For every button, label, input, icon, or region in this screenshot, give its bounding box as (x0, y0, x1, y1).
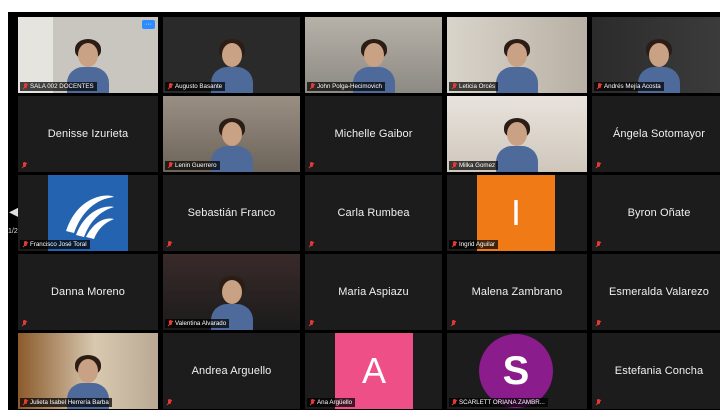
participant-tile-francisco[interactable]: Francisco José Toral (18, 175, 158, 251)
mic-muted-icon (308, 162, 314, 169)
participant-tile-danna[interactable]: Danna Moreno (18, 254, 158, 330)
mic-muted-icon (308, 241, 314, 248)
participant-name: SALA 002 DOCENTES (30, 83, 94, 90)
mic-muted-icon (166, 399, 172, 406)
participant-name-tag: Milka Gomez (449, 161, 499, 170)
mic-muted-icon (595, 320, 601, 327)
mic-muted-icon (309, 399, 315, 406)
participant-tile-angela[interactable]: Ángela Sotomayor (592, 96, 720, 172)
participant-name: Andrea Arguello (191, 365, 272, 377)
participant-name-tag: Valentina Alvarado (165, 319, 230, 328)
participant-name: Esmeralda Valarezo (608, 286, 710, 298)
more-options-icon[interactable]: ··· (142, 20, 155, 29)
participant-name-tag: SALA 002 DOCENTES (20, 82, 97, 91)
mic-muted-icon (22, 83, 28, 90)
participant-name-tag: Ana Argüello (307, 398, 356, 407)
mic-muted-icon (308, 320, 314, 327)
mic-muted-icon (451, 162, 457, 169)
mic-muted-icon (167, 83, 173, 90)
participant-tile-esmeralda[interactable]: Esmeralda Valarezo (592, 254, 720, 330)
mic-muted-icon (167, 320, 173, 327)
participant-name: Danna Moreno (51, 286, 125, 298)
participant-name-tag: Francisco José Toral (20, 240, 90, 249)
participant-tile-denisse[interactable]: Denisse Izurieta (18, 96, 158, 172)
participant-name: Augusto Basante (175, 83, 223, 90)
gallery-view: ◀ 1/2 SALA 002 DOCENTES ··· Augusto Basant… (8, 12, 720, 410)
participant-name: Lenin Guerrero (175, 162, 217, 169)
participant-name: SCARLETT ORIANA ZAMBR... (459, 399, 545, 406)
participant-tile-julieta[interactable]: Julieta Isabel Herrería Barba (18, 333, 158, 409)
participant-name: Sebastián Franco (187, 207, 276, 219)
participant-name: Leticia Orcés (459, 83, 496, 90)
participant-tile-lenin[interactable]: Lenin Guerrero (163, 96, 300, 172)
mic-muted-icon (596, 83, 602, 90)
participant-name: Estefania Concha (614, 365, 704, 377)
participant-tile-michelle[interactable]: Michelle Gaibor (305, 96, 442, 172)
participant-tile-estefania[interactable]: Estefania Concha (592, 333, 720, 409)
mic-muted-icon (451, 83, 457, 90)
mic-muted-icon (450, 320, 456, 327)
participant-name: Valentina Alvarado (175, 320, 227, 327)
participant-name: Carla Rumbea (337, 207, 410, 219)
participant-name: Francisco José Toral (30, 241, 87, 248)
participant-name-tag: John Polga-Hecimovich (307, 82, 385, 91)
participant-tile-carla[interactable]: Carla Rumbea (305, 175, 442, 251)
participant-name-tag: Lenin Guerrero (165, 161, 220, 170)
participant-tile-sebastian[interactable]: Sebastián Franco (163, 175, 300, 251)
participant-tile-maria[interactable]: Maria Aspiazu (305, 254, 442, 330)
participant-name-tag: Julieta Isabel Herrería Barba (20, 398, 112, 407)
participant-tile-ana[interactable]: A Ana Argüello (305, 333, 442, 409)
mic-muted-icon (167, 162, 173, 169)
participant-name: Michelle Gaibor (334, 128, 413, 140)
participant-name: Maria Aspiazu (338, 286, 409, 298)
page-indicator: 1/2 (8, 228, 18, 235)
participant-tile-andrea[interactable]: Andrea Arguello (163, 333, 300, 409)
participant-tile-leticia[interactable]: Leticia Orcés (447, 17, 587, 93)
participant-name: Byron Oñate (627, 207, 691, 219)
participant-name: Andrés Mejía Acosta (604, 83, 661, 90)
mic-muted-icon (595, 241, 601, 248)
participant-tile-valentina[interactable]: Valentina Alvarado (163, 254, 300, 330)
mic-muted-icon (166, 241, 172, 248)
mic-muted-icon (451, 241, 457, 248)
participant-tile-andres[interactable]: Andrés Mejía Acosta (592, 17, 720, 93)
mic-muted-icon (21, 320, 27, 327)
participant-tile-ingrid[interactable]: I Ingrid Aguilar (447, 175, 587, 251)
participant-name: John Polga-Hecimovich (317, 83, 382, 90)
participant-tile-sala[interactable]: SALA 002 DOCENTES ··· (18, 17, 158, 93)
mic-muted-icon (595, 399, 601, 406)
participant-tile-scarlett[interactable]: S SCARLETT ORIANA ZAMBR... (447, 333, 587, 409)
participant-name: Malena Zambrano (471, 286, 563, 298)
mic-muted-icon (22, 399, 28, 406)
participant-name: Ana Argüello (317, 399, 353, 406)
mic-muted-icon (309, 83, 315, 90)
mic-muted-icon (21, 162, 27, 169)
participant-name-tag: Leticia Orcés (449, 82, 499, 91)
person-silhouette (494, 37, 540, 93)
person-silhouette (494, 116, 540, 172)
participant-grid: SALA 002 DOCENTES ··· Augusto Basante John … (18, 17, 720, 409)
participant-name: Milka Gomez (459, 162, 496, 169)
participant-name: Julieta Isabel Herrería Barba (30, 399, 109, 406)
participant-name-tag: SCARLETT ORIANA ZAMBR... (449, 398, 548, 407)
participant-tile-milka[interactable]: Milka Gomez (447, 96, 587, 172)
participant-tile-john[interactable]: John Polga-Hecimovich (305, 17, 442, 93)
participant-tile-byron[interactable]: Byron Oñate (592, 175, 720, 251)
mic-muted-icon (595, 162, 601, 169)
mic-muted-icon (22, 241, 28, 248)
profile-initial-avatar: S (479, 334, 553, 408)
participant-name-tag: Ingrid Aguilar (449, 240, 499, 249)
participant-name: Ingrid Aguilar (459, 241, 496, 248)
participant-tile-augusto[interactable]: Augusto Basante (163, 17, 300, 93)
participant-name-tag: Andrés Mejía Acosta (594, 82, 664, 91)
participant-name-tag: Augusto Basante (165, 82, 226, 91)
participant-name: Ángela Sotomayor (612, 128, 706, 140)
participant-tile-malena[interactable]: Malena Zambrano (447, 254, 587, 330)
mic-muted-icon (451, 399, 457, 406)
participant-name: Denisse Izurieta (47, 128, 129, 140)
